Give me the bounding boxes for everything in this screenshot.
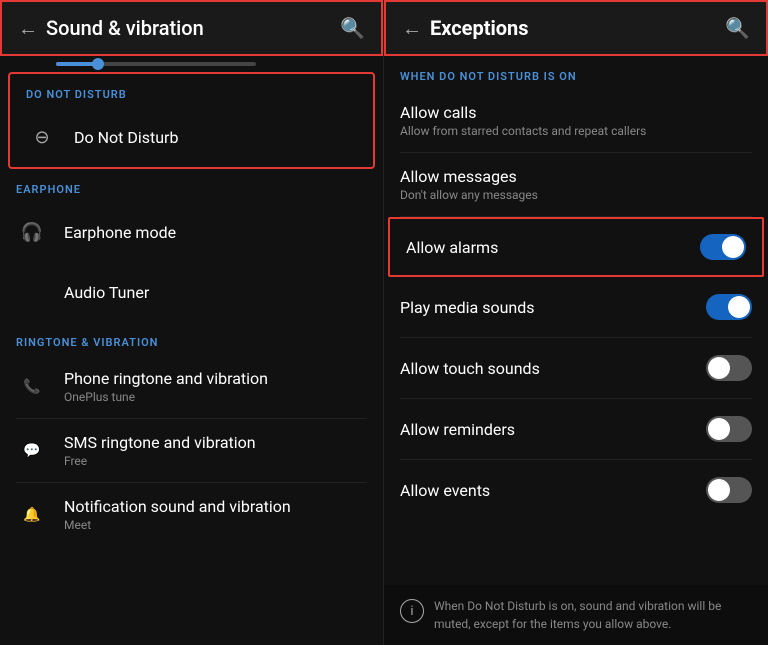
do-not-disturb-icon: ⊖ [26, 121, 58, 153]
allow-calls-content: Allow calls Allow from starred contacts … [400, 103, 752, 138]
left-back-button[interactable]: ← [18, 16, 38, 41]
phone-ringtone-item[interactable]: 📞 Phone ringtone and vibration OnePlus t… [0, 355, 383, 418]
allow-alarms-content: Allow alarms [406, 238, 700, 257]
audio-tuner-content: Audio Tuner [64, 283, 149, 302]
allow-reminders-toggle-thumb [708, 418, 730, 440]
audio-tuner-icon [16, 276, 48, 308]
right-header-title: Exceptions [430, 16, 725, 40]
allow-events-content: Allow events [400, 481, 706, 500]
allow-touch-sounds-content: Allow touch sounds [400, 359, 706, 378]
notification-sound-icon: 🔔 [16, 499, 48, 531]
notification-sound-subtitle: Meet [64, 518, 291, 532]
allow-calls-title: Allow calls [400, 103, 752, 122]
info-icon: i [400, 599, 424, 623]
allow-alarms-title: Allow alarms [406, 238, 700, 257]
play-media-sounds-title: Play media sounds [400, 298, 706, 317]
left-header: ← Sound & vibration 🔍 [0, 0, 383, 56]
left-search-icon[interactable]: 🔍 [340, 16, 365, 40]
sms-ringtone-icon: 💬 [16, 435, 48, 467]
phone-ringtone-subtitle: OnePlus tune [64, 390, 268, 404]
allow-reminders-title: Allow reminders [400, 420, 706, 439]
phone-ringtone-content: Phone ringtone and vibration OnePlus tun… [64, 369, 268, 404]
allow-touch-sounds-toggle[interactable] [706, 355, 752, 381]
allow-reminders-item[interactable]: Allow reminders [384, 399, 768, 459]
allow-messages-content: Allow messages Don't allow any messages [400, 167, 752, 202]
right-search-icon[interactable]: 🔍 [725, 16, 750, 40]
sms-ringtone-title: SMS ringtone and vibration [64, 433, 256, 452]
allow-messages-title: Allow messages [400, 167, 752, 186]
earphone-content: Earphone mode [64, 223, 176, 242]
play-media-sounds-toggle-thumb [728, 296, 750, 318]
do-not-disturb-item[interactable]: ⊖ Do Not Disturb [10, 107, 373, 167]
left-panel: ← Sound & vibration 🔍 DO NOT DISTURB ⊖ D… [0, 0, 384, 645]
allow-alarms-toggle[interactable] [700, 234, 746, 260]
allow-messages-item[interactable]: Allow messages Don't allow any messages [384, 153, 768, 216]
volume-slider-fill [56, 62, 96, 66]
allow-calls-item[interactable]: Allow calls Allow from starred contacts … [384, 89, 768, 152]
allow-touch-sounds-toggle-thumb [708, 357, 730, 379]
right-back-button[interactable]: ← [402, 16, 422, 41]
right-panel: ← Exceptions 🔍 WHEN DO NOT DISTURB IS ON… [384, 0, 768, 645]
sms-ringtone-subtitle: Free [64, 454, 256, 468]
volume-slider-row [0, 56, 383, 72]
allow-alarms-item[interactable]: Allow alarms [388, 217, 764, 277]
do-not-disturb-title: Do Not Disturb [74, 128, 178, 147]
do-not-disturb-content: Do Not Disturb [74, 128, 178, 147]
play-media-sounds-content: Play media sounds [400, 298, 706, 317]
phone-ringtone-icon: 📞 [16, 371, 48, 403]
notification-sound-content: Notification sound and vibration Meet [64, 497, 291, 532]
info-text: When Do Not Disturb is on, sound and vib… [434, 597, 752, 633]
allow-events-toggle-thumb [708, 479, 730, 501]
right-header: ← Exceptions 🔍 [384, 0, 768, 56]
when-dnd-label: WHEN DO NOT DISTURB IS ON [384, 56, 768, 89]
allow-touch-sounds-title: Allow touch sounds [400, 359, 706, 378]
allow-calls-subtitle: Allow from starred contacts and repeat c… [400, 124, 752, 138]
play-media-sounds-toggle[interactable] [706, 294, 752, 320]
earphone-mode-item[interactable]: 🎧 Earphone mode [0, 202, 383, 262]
volume-slider[interactable] [56, 62, 256, 66]
allow-events-title: Allow events [400, 481, 706, 500]
do-not-disturb-section: DO NOT DISTURB ⊖ Do Not Disturb [8, 72, 375, 169]
info-row: i When Do Not Disturb is on, sound and v… [384, 585, 768, 645]
earphone-label: EARPHONE [0, 169, 383, 202]
do-not-disturb-label: DO NOT DISTURB [10, 74, 373, 107]
notification-sound-title: Notification sound and vibration [64, 497, 291, 516]
left-header-title: Sound & vibration [46, 16, 340, 40]
sms-ringtone-item[interactable]: 💬 SMS ringtone and vibration Free [0, 419, 383, 482]
allow-reminders-toggle[interactable] [706, 416, 752, 442]
phone-ringtone-title: Phone ringtone and vibration [64, 369, 268, 388]
allow-reminders-content: Allow reminders [400, 420, 706, 439]
allow-events-item[interactable]: Allow events [384, 460, 768, 520]
notification-sound-item[interactable]: 🔔 Notification sound and vibration Meet [0, 483, 383, 546]
audio-tuner-title: Audio Tuner [64, 283, 149, 302]
allow-alarms-toggle-thumb [722, 236, 744, 258]
earphone-title: Earphone mode [64, 223, 176, 242]
audio-tuner-item[interactable]: Audio Tuner [0, 262, 383, 322]
ringtone-label: RINGTONE & VIBRATION [0, 322, 383, 355]
allow-touch-sounds-item[interactable]: Allow touch sounds [384, 338, 768, 398]
allow-messages-subtitle: Don't allow any messages [400, 188, 752, 202]
volume-slider-thumb [92, 58, 104, 70]
sms-ringtone-content: SMS ringtone and vibration Free [64, 433, 256, 468]
play-media-sounds-item[interactable]: Play media sounds [384, 277, 768, 337]
allow-events-toggle[interactable] [706, 477, 752, 503]
earphone-icon: 🎧 [16, 216, 48, 248]
